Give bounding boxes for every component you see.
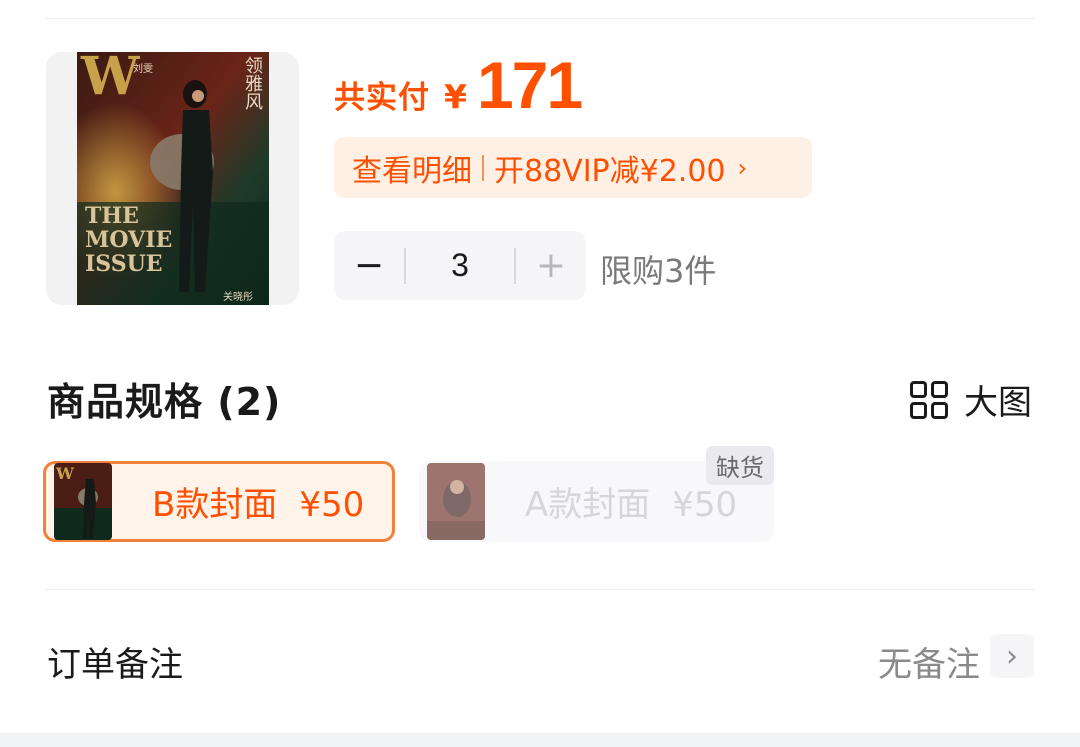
bottom-bar — [0, 733, 1080, 747]
grid-icon — [910, 380, 948, 419]
cover-top-name: 刘雯 — [133, 64, 153, 75]
price-detail-button[interactable]: 查看明细 开88VIP减¥2.00 › — [334, 137, 812, 198]
section-divider — [45, 589, 1035, 590]
cover-vertical-title: 领雅风 — [242, 56, 263, 110]
total-price: 共实付 ¥ 171 — [334, 48, 583, 124]
quantity-input[interactable]: 3 — [406, 247, 514, 284]
soldout-badge: 缺货 — [706, 446, 774, 485]
spec-option-a[interactable]: A款封面 ¥50 缺货 — [419, 446, 774, 542]
increase-button[interactable]: + — [516, 231, 586, 300]
top-divider — [45, 18, 1035, 19]
spec-title: 商品规格 (2) — [47, 380, 282, 424]
product-image[interactable]: W 刘雯 领雅风 THE MOVIE ISSUE 关晓彤 — [46, 52, 299, 305]
option-label: A款封面 ¥50 — [525, 485, 738, 525]
order-remark-value[interactable]: 无备注 — [878, 637, 980, 686]
cover-bottom-name: 关晓彤 — [223, 292, 253, 303]
detail-link: 查看明细 — [352, 153, 472, 189]
spec-option-b[interactable]: W B款封面 ¥50 — [43, 461, 395, 542]
cover-masthead: W — [81, 52, 140, 107]
option-label: B款封面 ¥50 — [152, 485, 365, 525]
price-label: 共实付 — [334, 80, 430, 116]
price-value: 171 — [476, 48, 583, 122]
option-thumbnail: W — [54, 463, 112, 540]
price-currency: ¥ — [444, 77, 467, 116]
decrease-button[interactable]: − — [334, 231, 404, 300]
vip-offer: 开88VIP减¥2.00 — [494, 153, 726, 189]
magazine-cover: W 刘雯 领雅风 THE MOVIE ISSUE 关晓彤 — [77, 52, 269, 305]
svg-text:W: W — [55, 464, 75, 483]
big-view-label: 大图 — [964, 383, 1032, 423]
purchase-limit: 限购3件 — [600, 252, 717, 290]
big-view-button[interactable]: 大图 — [910, 375, 1032, 424]
cover-headline: THE MOVIE ISSUE — [85, 203, 173, 277]
quantity-stepper: − 3 + — [334, 231, 586, 300]
chevron-right-icon: › — [737, 153, 748, 182]
order-remark-label: 订单备注 — [47, 645, 183, 685]
option-thumbnail — [427, 463, 485, 540]
chevron-right-icon[interactable]: › — [990, 634, 1034, 678]
detail-separator — [482, 154, 484, 181]
